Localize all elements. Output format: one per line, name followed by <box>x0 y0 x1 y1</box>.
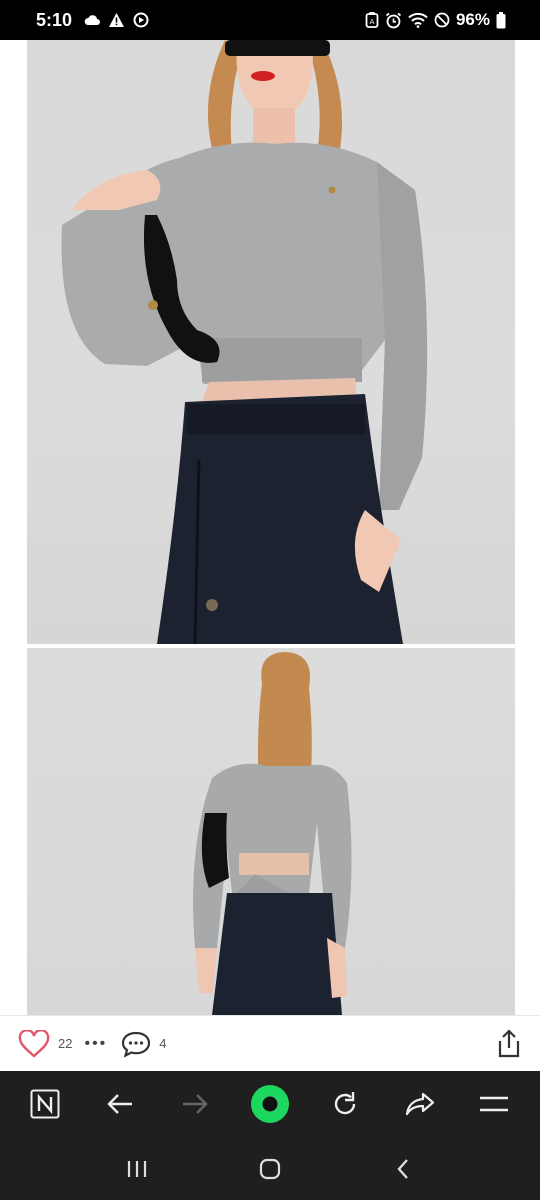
cloud-icon <box>84 14 101 26</box>
like-count: 22 <box>58 1036 73 1051</box>
naver-icon <box>30 1089 60 1119</box>
status-bar: 5:10 A 96% <box>0 0 540 40</box>
forward-button[interactable] <box>170 1079 220 1129</box>
recents-icon <box>126 1159 148 1179</box>
share-arrow-icon <box>405 1091 435 1117</box>
svg-text:A: A <box>370 18 375 26</box>
naver-home-button[interactable] <box>20 1079 70 1129</box>
post-action-row: 22 ••• 4 <box>0 1015 540 1071</box>
battery-percent: 96% <box>455 10 490 29</box>
refresh-button[interactable] <box>320 1079 370 1129</box>
more-options-button[interactable]: ••• <box>84 1035 107 1052</box>
comment-group: 4 <box>121 1030 167 1058</box>
share-page-button[interactable] <box>395 1079 445 1129</box>
menu-icon <box>479 1094 509 1114</box>
status-right: A 96% <box>365 10 506 30</box>
comment-bubble-icon[interactable] <box>121 1030 151 1058</box>
back-arrow-icon <box>106 1092 134 1116</box>
comment-count: 4 <box>159 1036 167 1051</box>
product-photo-front[interactable] <box>27 40 515 644</box>
system-back-button[interactable] <box>378 1144 428 1194</box>
battery-icon <box>496 11 506 29</box>
like-group: 22 <box>18 1029 73 1058</box>
heart-icon[interactable] <box>18 1029 50 1058</box>
warning-icon <box>108 12 125 28</box>
browser-toolbar <box>0 1071 540 1137</box>
alarm-icon: A <box>365 12 379 28</box>
refresh-icon <box>331 1090 359 1118</box>
wifi-icon <box>408 12 428 28</box>
status-time: 5:10 <box>36 9 73 30</box>
share-icon[interactable] <box>496 1028 522 1059</box>
green-dot-button[interactable] <box>245 1079 295 1129</box>
post-content <box>0 40 540 1015</box>
forward-arrow-icon <box>181 1092 209 1116</box>
menu-button[interactable] <box>469 1079 519 1129</box>
back-icon <box>395 1157 411 1181</box>
system-home-button[interactable] <box>245 1144 295 1194</box>
dnd-icon <box>434 12 450 28</box>
status-left: 5:10 <box>36 10 149 31</box>
back-button[interactable] <box>95 1079 145 1129</box>
home-record-icon <box>250 1084 290 1124</box>
product-photo-back[interactable] <box>27 648 515 1015</box>
sync-icon <box>133 12 149 28</box>
clock-alarm-icon <box>385 12 402 29</box>
system-navigation-bar <box>0 1137 540 1200</box>
home-icon <box>258 1157 282 1181</box>
recents-button[interactable] <box>112 1144 162 1194</box>
